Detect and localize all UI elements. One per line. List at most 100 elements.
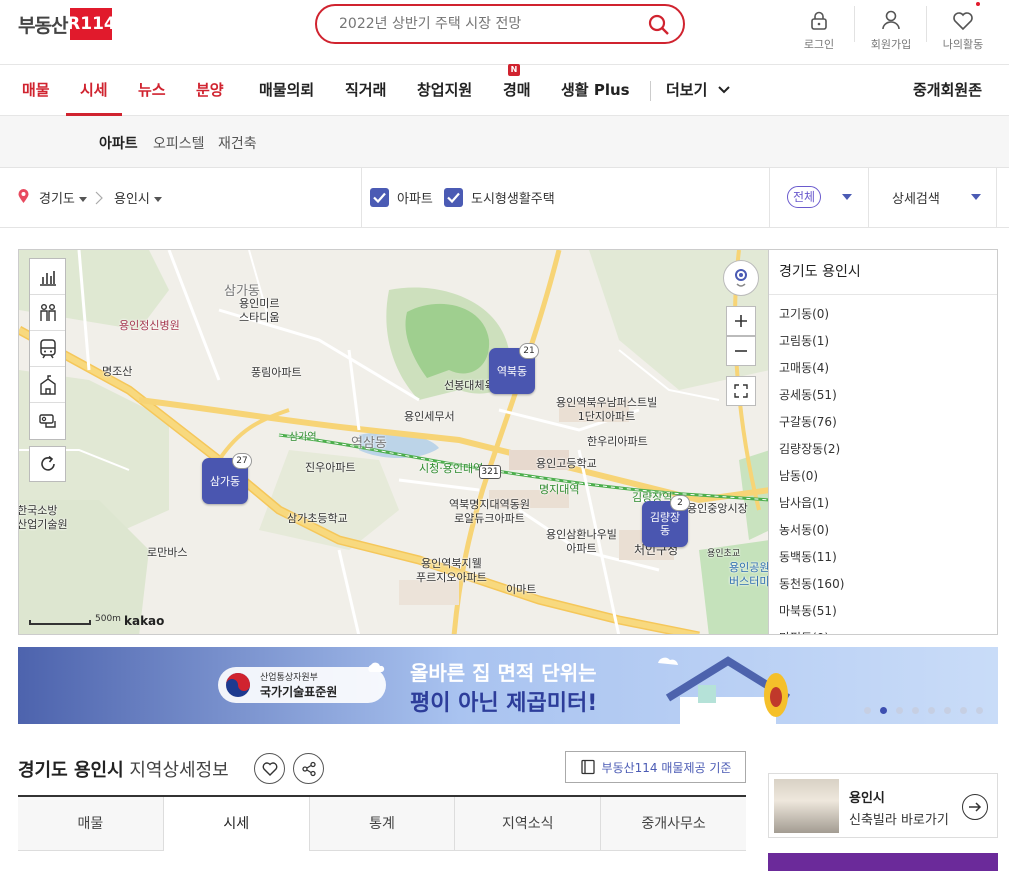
tab-listings[interactable]: 매물 <box>18 797 164 851</box>
region-item[interactable]: 마평동(0) <box>769 625 997 634</box>
school-icon <box>39 374 56 395</box>
region-item[interactable]: 동백동(11) <box>769 544 997 571</box>
province-select[interactable]: 경기도 <box>39 188 87 207</box>
user-icon <box>882 10 900 30</box>
scale-label: 500m <box>95 614 121 624</box>
favorite-button[interactable] <box>254 753 285 784</box>
listing-source-label: 부동산114 매물제공 기준 <box>601 760 732 775</box>
map-label: 용인중앙시장 <box>687 502 748 515</box>
map-label: 삼가역 <box>289 432 317 443</box>
all-filter-pill[interactable]: 전체 <box>787 186 821 208</box>
nav-more[interactable]: 더보기 <box>666 65 731 116</box>
divider <box>769 168 770 228</box>
new-villa-shortcut[interactable]: 용인시 신축빌라 바로가기 <box>768 773 998 838</box>
cctv-tool[interactable] <box>30 403 65 439</box>
map-background <box>19 250 768 634</box>
search-input[interactable] <box>339 16 629 32</box>
side-card-title: 용인시 <box>849 791 885 806</box>
region-item[interactable]: 공세동(51) <box>769 382 997 409</box>
urban-housing-checkbox-label: 도시형생활주택 <box>471 192 555 207</box>
house-illustration <box>658 656 791 724</box>
tab-apartment[interactable]: 아파트 <box>99 133 138 153</box>
marker-count: 27 <box>232 453 252 469</box>
detail-search-arrow[interactable] <box>971 194 981 200</box>
tab-local-news[interactable]: 지역소식 <box>455 797 602 851</box>
all-dropdown-arrow[interactable] <box>842 194 852 200</box>
banner-dot[interactable] <box>960 707 967 714</box>
school-tool[interactable] <box>30 367 65 403</box>
listing-source-button[interactable]: 부동산114 매물제공 기준 <box>565 751 746 783</box>
map-label: 이마트 <box>506 583 537 596</box>
region-item[interactable]: 남동(0) <box>769 463 997 490</box>
my-activity-button[interactable]: 나의활동 <box>938 0 988 52</box>
login-button[interactable]: 로그인 <box>798 0 840 52</box>
logo-text: 부동산 <box>18 14 68 37</box>
bus-icon <box>39 338 56 358</box>
logo[interactable]: 부동산 R114 <box>18 8 116 40</box>
tab-prices[interactable]: 시세 <box>163 797 310 851</box>
people-icon <box>39 303 56 321</box>
region-item[interactable]: 고림동(1) <box>769 328 997 355</box>
banner-dot[interactable] <box>912 707 919 714</box>
nav-startup[interactable]: 창업지원 <box>417 65 472 116</box>
urban-housing-checkbox[interactable] <box>444 188 463 207</box>
banner-org-badge: 산업통상자원부 국가기술표준원 <box>218 667 386 703</box>
nav-prices[interactable]: 시세 <box>80 65 108 116</box>
banner-dot[interactable] <box>976 707 983 714</box>
banner-dot[interactable] <box>864 707 871 714</box>
banner-dot[interactable] <box>896 707 903 714</box>
population-tool[interactable] <box>30 295 65 331</box>
tab-reconstruction[interactable]: 재건축 <box>218 133 257 153</box>
marker-count: 21 <box>519 343 539 359</box>
zoom-out-button[interactable] <box>726 336 756 366</box>
nav-presale[interactable]: 분양 <box>196 65 224 116</box>
banner-dot[interactable] <box>944 707 951 714</box>
side-ad-banner[interactable] <box>768 853 998 871</box>
my-location-button[interactable] <box>723 260 759 296</box>
ad-banner[interactable]: 산업통상자원부 국가기술표준원 올바른 집 면적 단위는 평이 아닌 제곱미터! <box>18 647 998 724</box>
region-item[interactable]: 구갈동(76) <box>769 409 997 436</box>
location-icon <box>735 269 747 287</box>
map-label: 진우아파트 <box>305 461 356 474</box>
zoom-in-button[interactable] <box>726 306 756 336</box>
region-item[interactable]: 고매동(4) <box>769 355 997 382</box>
apartment-checkbox[interactable] <box>370 188 389 207</box>
region-item[interactable]: 남사읍(1) <box>769 490 997 517</box>
nav-request[interactable]: 매물의뢰 <box>259 65 314 116</box>
tab-agents[interactable]: 중개사무소 <box>601 797 746 851</box>
map-label: 용인삼환나우빌 아파트 <box>546 528 617 555</box>
nav-life-plus[interactable]: 생활 Plus <box>561 65 630 116</box>
banner-dot-active[interactable] <box>880 707 887 714</box>
map-label: 역삼동 <box>351 436 387 451</box>
arrow-right-icon <box>962 794 988 820</box>
nav-news[interactable]: 뉴스 <box>138 65 166 116</box>
city-select[interactable]: 용인시 <box>114 188 162 207</box>
nav-agent-zone[interactable]: 중개회원존 <box>913 65 982 116</box>
banner-line-1: 올바른 집 면적 단위는 <box>410 661 597 685</box>
region-item[interactable]: 고기동(0) <box>769 301 997 328</box>
tab-statistics[interactable]: 통계 <box>309 797 456 851</box>
search-icon[interactable] <box>647 13 671 37</box>
region-item[interactable]: 농서동(0) <box>769 517 997 544</box>
region-detail-subtitle: 지역상세정보 <box>123 760 229 781</box>
region-panel-title: 경기도 용인시 <box>769 250 997 295</box>
side-card-subtitle: 신축빌라 바로가기 <box>849 813 949 828</box>
map[interactable]: 용인정신병원 용인미르 스타디움 삼가동 풍림아파트 선봉대체육단련장 용인역북… <box>18 249 769 635</box>
detail-search-button[interactable]: 상세검색 <box>892 188 940 207</box>
tab-officetel[interactable]: 오피스텔 <box>153 133 205 153</box>
region-item[interactable]: 동천동(160) <box>769 571 997 598</box>
banner-dot[interactable] <box>928 707 935 714</box>
fullscreen-button[interactable] <box>726 376 756 406</box>
share-button[interactable] <box>293 753 324 784</box>
nav-listings[interactable]: 매물 <box>22 65 50 116</box>
region-item[interactable]: 김량장동(2) <box>769 436 997 463</box>
refresh-button[interactable] <box>29 446 66 482</box>
signup-button[interactable]: 회원가입 <box>866 0 916 52</box>
map-label: 로만바스 <box>147 546 188 559</box>
transit-tool[interactable] <box>30 331 65 367</box>
refresh-icon <box>40 455 55 471</box>
nav-more-label: 더보기 <box>666 81 708 99</box>
chart-tool[interactable] <box>30 259 65 295</box>
nav-direct-deal[interactable]: 직거래 <box>345 65 386 116</box>
region-item[interactable]: 마북동(51) <box>769 598 997 625</box>
